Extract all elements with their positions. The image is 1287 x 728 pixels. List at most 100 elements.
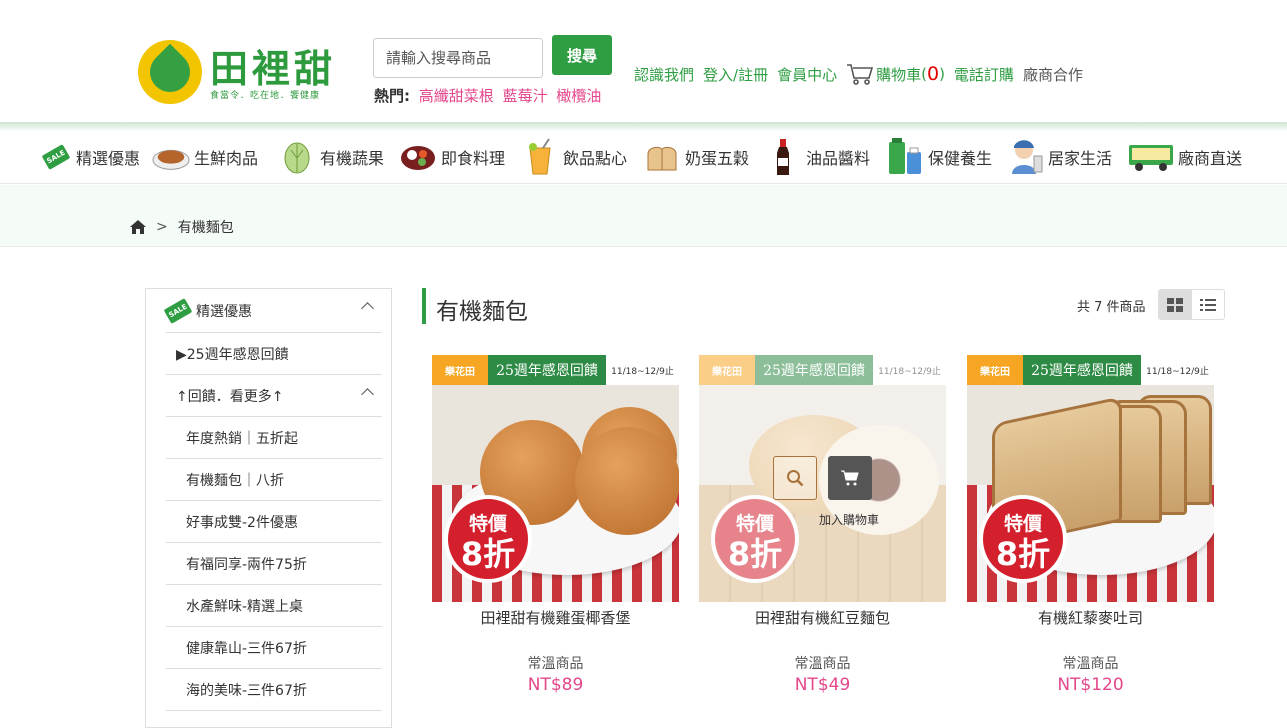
category-bar: SALE 精選優惠 生鮮肉品 有機蔬果 即食料理 飲品點心 奶蛋五穀 油品醬料 … — [0, 130, 1287, 184]
category-meat[interactable]: 生鮮肉品 — [152, 130, 258, 184]
product-storage: 常溫商品 — [794, 656, 851, 672]
cleaning-person-icon — [1006, 138, 1044, 176]
cart-paren-close: ) — [939, 65, 945, 83]
nav-partner[interactable]: 廠商合作 — [1023, 64, 1083, 85]
nav-phone-order[interactable]: 電話訂購 — [954, 64, 1014, 85]
category-label: 居家生活 — [1048, 149, 1113, 168]
sidebar-item-bestsellers[interactable]: 年度熱銷｜五折起 — [166, 417, 382, 459]
sale-tag-icon: SALE — [40, 138, 72, 176]
sidebar-item-label: 精選優惠 — [196, 303, 252, 320]
logo-wordmark: 田裡甜 — [210, 47, 337, 91]
home-icon[interactable] — [130, 220, 146, 234]
logo-circle-icon — [138, 40, 202, 104]
sidebar-item-label: 年度熱銷｜五折起 — [186, 430, 298, 447]
cart-label: 購物車 — [876, 65, 922, 84]
sidebar-item-label: 好事成雙-2件優惠 — [186, 514, 298, 531]
hot-term[interactable]: 橄欖油 — [556, 87, 601, 105]
bun — [575, 427, 679, 535]
product-price: NT$89 — [527, 675, 584, 695]
category-label: 精選優惠 — [76, 149, 141, 168]
category-sale[interactable]: SALE 精選優惠 — [40, 130, 140, 184]
search-button[interactable]: 搜尋 — [552, 35, 612, 75]
top-nav: 認識我們 登入/註冊 會員中心 購物車(0) 電話訂購 廠商合作 — [634, 62, 1092, 86]
hot-term[interactable]: 藍莓汁 — [503, 87, 548, 105]
sidebar-item-share-deal[interactable]: 有福同享-兩件75折 — [166, 543, 382, 585]
product-name[interactable]: 田裡甜有機雞蛋椰香堡 — [432, 607, 679, 628]
quick-view-button[interactable] — [773, 456, 817, 500]
category-label: 廠商直送 — [1178, 149, 1243, 168]
category-health[interactable]: 保健養生 — [886, 130, 992, 184]
category-label: 有機蔬果 — [320, 149, 385, 168]
category-label: 奶蛋五穀 — [685, 149, 750, 168]
leaf-icon — [141, 43, 199, 101]
product-price: NT$120 — [1057, 675, 1124, 695]
view-toggle — [1158, 289, 1225, 320]
grid-icon — [1167, 297, 1184, 312]
juice-icon — [521, 138, 559, 176]
discount-badge: 特價 8折 — [979, 495, 1067, 583]
category-home-living[interactable]: 居家生活 — [1006, 130, 1112, 184]
nav-member[interactable]: 會員中心 — [777, 64, 837, 85]
search-input[interactable] — [373, 38, 543, 78]
breadcrumb-current: 有機麵包 — [177, 220, 234, 236]
product-image[interactable]: 樂花田 25週年感恩回饋 11/18~12/9止 特價 8折 — [432, 355, 679, 602]
sidebar-item-label: 水產鮮味-精選上桌 — [186, 598, 304, 615]
category-ready-meals[interactable]: 即食料理 — [399, 130, 505, 184]
nav-about[interactable]: 認識我們 — [634, 64, 694, 85]
sidebar-item-mountain-health[interactable]: 健康靠山-三件67折 — [166, 627, 382, 669]
badge-line1: 特價 — [468, 513, 507, 535]
category-direct-ship[interactable]: 廠商直送 — [1128, 130, 1242, 184]
product-image[interactable]: 樂花田 25週年感恩回饋 11/18~12/9止 特價 8折 加入購物車 — [699, 355, 946, 602]
product-name[interactable]: 有機紅藜麥吐司 — [967, 607, 1214, 628]
nav-login[interactable]: 登入/註冊 — [703, 64, 768, 85]
category-label: 生鮮肉品 — [194, 149, 259, 168]
hot-searches: 熱門: 高纖甜菜根 藍莓汁 橄欖油 — [374, 85, 601, 106]
promo-banner: 樂花田 25週年感恩回饋 11/18~12/9止 — [967, 355, 1214, 385]
category-sidebar: SALE 精選優惠 ▶25週年感恩回饋 ↑回饋．看更多↑ 年度熱銷｜五折起 有機… — [145, 288, 392, 728]
site-logo[interactable]: 田裡甜 食當令．吃在地．饗健康 — [138, 40, 348, 106]
sidebar-item-sea-flavor[interactable]: 海的美味-三件67折 — [166, 669, 382, 711]
product-image[interactable]: 樂花田 25週年感恩回饋 11/18~12/9止 特價 8折 — [967, 355, 1214, 602]
supplement-bottle-icon — [886, 138, 924, 176]
sidebar-item-label: ▶25週年感恩回饋 — [176, 346, 289, 363]
nav-cart[interactable]: 購物車(0) — [846, 62, 945, 86]
breadcrumb: > 有機麵包 — [130, 217, 234, 237]
add-to-cart-label[interactable]: 加入購物車 — [819, 511, 879, 528]
meat-plate-icon — [152, 138, 190, 176]
sidebar-item-seafood[interactable]: 水產鮮味-精選上桌 — [166, 585, 382, 627]
page-title: 有機麵包 — [436, 299, 528, 325]
product-storage: 常溫商品 — [527, 656, 584, 672]
site-header: 田裡甜 食當令．吃在地．饗健康 搜尋 熱門: 高纖甜菜根 藍莓汁 橄欖油 認識我… — [0, 0, 1287, 124]
promo-dates: 11/18~12/9止 — [606, 355, 679, 385]
category-oils-sauces[interactable]: 油品醬料 — [764, 130, 870, 184]
product-card[interactable]: 樂花田 25週年感恩回饋 11/18~12/9止 特價 8折 田裡甜有機雞蛋椰香… — [432, 355, 679, 715]
category-organic-veg[interactable]: 有機蔬果 — [278, 130, 384, 184]
product-name[interactable]: 田裡甜有機紅豆麵包 — [699, 607, 946, 628]
chevron-up-icon[interactable] — [361, 388, 374, 401]
sidebar-item-anniversary[interactable]: ▶25週年感恩回饋 — [166, 333, 382, 375]
add-to-cart-button[interactable] — [828, 456, 872, 500]
cabbage-icon — [278, 138, 316, 176]
grid-view-button[interactable] — [1159, 290, 1192, 319]
soy-sauce-bottle-icon — [764, 138, 802, 176]
hot-label: 熱門: — [374, 87, 410, 105]
sale-tag-icon: SALE — [163, 297, 193, 324]
list-view-button[interactable] — [1192, 290, 1225, 319]
sidebar-item-see-more[interactable]: ↑回饋．看更多↑ — [166, 375, 382, 417]
cart-icon — [841, 470, 859, 486]
breadcrumb-separator: > — [156, 219, 168, 235]
sidebar-item-label: 有機麵包｜八折 — [186, 472, 284, 489]
sidebar-item-organic-bread[interactable]: 有機麵包｜八折 — [166, 459, 382, 501]
sidebar-item-sale[interactable]: SALE 精選優惠 — [163, 289, 382, 333]
chevron-up-icon[interactable] — [361, 302, 374, 315]
product-card[interactable]: 樂花田 25週年感恩回饋 11/18~12/9止 特價 8折 有機紅藜麥吐司 常… — [967, 355, 1214, 715]
sidebar-item-label: 健康靠山-三件67折 — [186, 640, 307, 657]
category-dairy-grains[interactable]: 奶蛋五穀 — [643, 130, 749, 184]
promo-dates: 11/18~12/9止 — [1141, 355, 1214, 385]
hot-term[interactable]: 高纖甜菜根 — [419, 87, 494, 105]
sidebar-item-double-deal[interactable]: 好事成雙-2件優惠 — [166, 501, 382, 543]
category-label: 即食料理 — [441, 149, 506, 168]
promo-banner: 樂花田 25週年感恩回饋 11/18~12/9止 — [432, 355, 679, 385]
product-card[interactable]: 樂花田 25週年感恩回饋 11/18~12/9止 特價 8折 加入購物車 田裡甜… — [699, 355, 946, 715]
category-drinks[interactable]: 飲品點心 — [521, 130, 627, 184]
